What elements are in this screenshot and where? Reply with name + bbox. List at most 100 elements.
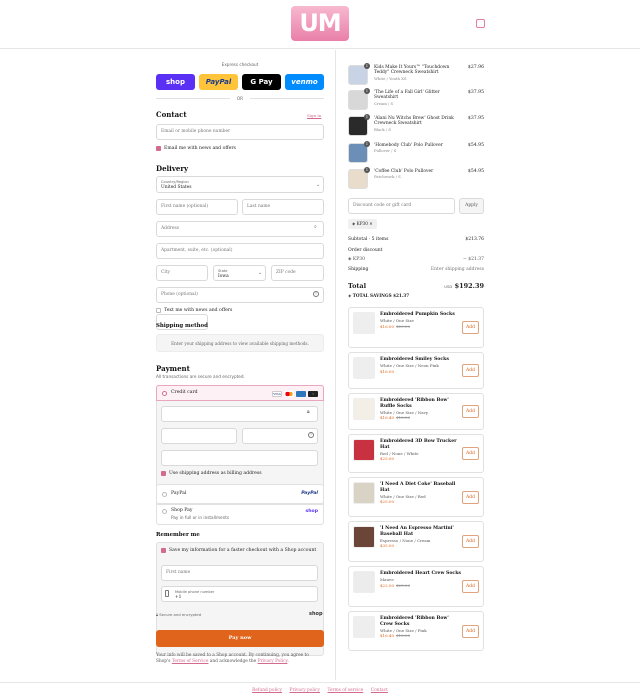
security-code-field[interactable]: [242, 428, 318, 444]
savings-label: TOTAL SAVINGS: [352, 293, 392, 298]
cart-item-variant: Black / S: [374, 126, 391, 132]
mobile-icon: [165, 590, 169, 597]
google-pay-button[interactable]: G Pay: [242, 74, 281, 90]
mastercard-icon: [284, 391, 294, 397]
email-field[interactable]: Email or mobile phone number: [156, 124, 324, 140]
email-news-checkbox[interactable]: Email me with news and offers: [156, 146, 236, 151]
chevron-down-icon: ⌄: [316, 182, 321, 188]
order-discount-row: Order discount: [348, 248, 484, 253]
upsell-old-price: $25.00: [396, 582, 410, 588]
lock-icon: 🔒︎: [307, 409, 310, 415]
upsell-price: $22.00: [380, 582, 394, 588]
help-icon[interactable]: ?: [308, 432, 314, 438]
total-savings-row: ◈ TOTAL SAVINGS $21.37: [348, 293, 484, 298]
checkbox-checked-icon: [161, 548, 166, 553]
bag-icon[interactable]: [476, 19, 485, 28]
upsell-name: Embroidered 'Ribbon Bow' Crew Socks: [380, 616, 449, 627]
discount-value: − $21.37: [463, 257, 484, 262]
savings-value: $21.37: [393, 293, 410, 298]
terms-of-service-link[interactable]: Terms of service: [327, 688, 363, 693]
sign-in-link[interactable]: Sign in: [307, 113, 321, 118]
shop-pay-button[interactable]: shop: [156, 74, 195, 90]
privacy-policy-link[interactable]: Privacy policy: [290, 688, 320, 693]
mobile-phone-field[interactable]: Mobile phone number +1: [161, 586, 318, 602]
add-upsell-button[interactable]: Add: [462, 535, 479, 548]
store-logo[interactable]: UM: [291, 6, 349, 41]
upsell-name: Embroidered Pumpkin Socks: [380, 312, 455, 317]
upsell-card: 'I Need An Espresso Martini' Baseball Ha…: [348, 521, 484, 562]
refund-policy-link[interactable]: Refund policy: [252, 688, 282, 693]
paypal-button[interactable]: PayPal: [199, 74, 238, 90]
amex-icon: [296, 391, 306, 397]
upsell-price: $16.40: [380, 633, 394, 639]
email-news-label: Email me with news and offers: [164, 146, 236, 151]
address-field[interactable]: Address: [156, 221, 324, 237]
save-info-checkbox[interactable]: Save my information for a faster checkou…: [161, 548, 316, 553]
privacy-link[interactable]: Privacy Policy: [258, 659, 288, 664]
discount-code-field[interactable]: Discount code or gift card: [348, 198, 455, 214]
help-icon[interactable]: ?: [313, 291, 319, 297]
checkbox-checked-icon: [156, 146, 161, 151]
cart-item-variant: Patchwork / S: [374, 174, 401, 180]
shop-logo: shop: [309, 611, 323, 617]
add-upsell-button[interactable]: Add: [462, 580, 479, 593]
upsell-info: Embroidered 'Ribbon Bow' Ruffle Socks Whi…: [380, 398, 462, 425]
close-icon[interactable]: ✕: [369, 221, 373, 226]
product-thumbnail: 1: [348, 114, 370, 136]
secure-note: 🔒︎ Secure and encrypted: [156, 612, 201, 617]
add-upsell-button[interactable]: Add: [462, 490, 479, 504]
legal-text-2: and acknowledge the: [208, 659, 258, 664]
cart-item-price: $37.95: [467, 90, 484, 95]
add-upsell-button[interactable]: Add: [462, 447, 479, 460]
add-upsell-button[interactable]: Add: [462, 624, 479, 638]
total-label: Total: [348, 282, 367, 290]
upsell-card: Embroidered Heart Crew Socks Mauve $22.00 $…: [348, 566, 484, 607]
zip-field[interactable]: ZIP code: [271, 265, 324, 281]
upsell-name: Embroidered 'Ribbon Bow' Ruffle Socks: [380, 398, 449, 409]
cart-item-variant: Pullover / S: [374, 148, 397, 154]
product-thumbnail: 1: [348, 63, 370, 85]
cart-item: 1 'Alani Nu Witchs Brew' Ghost Drink Cre…: [348, 114, 484, 136]
tag-icon: ◈: [352, 221, 356, 226]
add-upsell-button[interactable]: Add: [462, 405, 479, 418]
card-number-field[interactable]: [161, 406, 318, 422]
last-name-field[interactable]: Last name: [242, 199, 324, 215]
shop-pay-option[interactable]: Shop Pay Pay in full or in installments …: [156, 504, 324, 525]
upsell-card: Embroidered 3D Bow Trucker Hat Red / None…: [348, 434, 484, 473]
contact-link[interactable]: Contact: [371, 688, 388, 693]
secure-label: Secure and encrypted: [159, 612, 202, 617]
billing-same-checkbox[interactable]: Use shipping address as billing address: [161, 471, 262, 476]
apply-button[interactable]: Apply: [459, 198, 484, 214]
paypal-option[interactable]: PayPal PayPal: [156, 484, 324, 504]
product-thumbnail: 1: [348, 167, 370, 189]
upsell-price-row: $22.00 $25.00: [380, 583, 462, 589]
discount-code-row: ◈ KP30 − $21.37: [348, 257, 484, 262]
add-upsell-button[interactable]: Add: [462, 364, 479, 377]
lock-icon: 🔒︎: [156, 612, 159, 617]
cart-item-price: $27.96: [467, 65, 484, 70]
country-select[interactable]: Country/Region United States: [156, 176, 324, 193]
expiration-field[interactable]: [161, 428, 237, 444]
city-input[interactable]: City: [156, 265, 208, 281]
checkbox-checked-icon: [161, 471, 166, 476]
upsell-image: [353, 439, 375, 461]
phone-field[interactable]: Phone (optional): [156, 287, 324, 303]
terms-link[interactable]: Terms of Service: [172, 659, 209, 664]
pay-now-button[interactable]: Pay now: [156, 630, 324, 647]
venmo-button[interactable]: venmo: [285, 74, 324, 90]
upsell-card: Embroidered Smiley Socks White / One Size…: [348, 352, 484, 389]
footer-links: Refund policy Privacy policy Terms of se…: [0, 682, 640, 700]
add-upsell-button[interactable]: Add: [462, 321, 479, 334]
apartment-field[interactable]: Apartment, suite, etc. (optional): [156, 243, 324, 259]
name-on-card-field[interactable]: [161, 450, 318, 466]
upsell-card: Embroidered 'Ribbon Bow' Crew Socks White…: [348, 611, 484, 651]
text-news-checkbox[interactable]: Text me with news and offers: [156, 308, 232, 313]
paypal-logo: PayPal: [301, 491, 318, 496]
cart-item: 1 'Homebody Club' Polo Pullover Pullover …: [348, 141, 484, 163]
payment-subtitle: All transactions are secure and encrypte…: [156, 374, 245, 379]
cart-item-info: 'Homebody Club' Polo Pullover Pullover / …: [374, 143, 464, 154]
credit-card-option[interactable]: Credit card VISA ›: [156, 385, 324, 401]
upsell-price-row: $35.00: [380, 543, 462, 549]
first-name-field[interactable]: First name (optional): [156, 199, 238, 215]
remember-first-name-field[interactable]: First name: [161, 565, 318, 581]
